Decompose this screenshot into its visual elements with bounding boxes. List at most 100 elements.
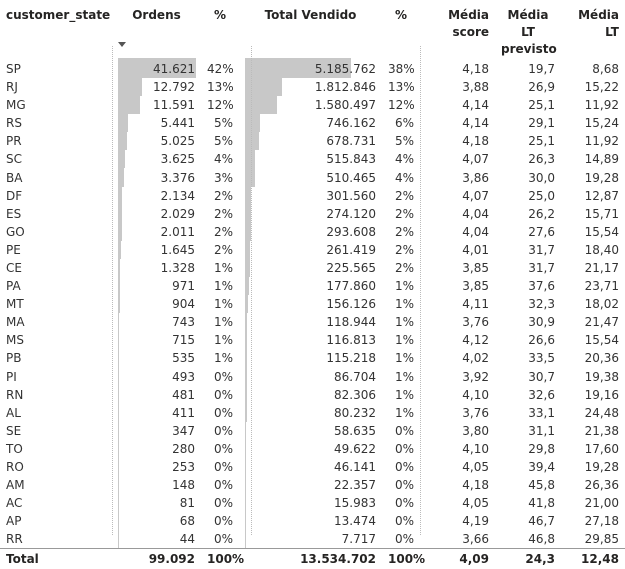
cell-avg-lt-pred: 31,1 (528, 423, 555, 438)
table-row: AP 68 0% 13.474 0% 4,19 46,7 27,18 (0, 512, 625, 531)
header-total-sold[interactable]: Total Vendido (239, 0, 382, 58)
cell-orders-cell: 347 (112, 421, 201, 440)
cell-orders: 81 (179, 496, 195, 511)
header-orders[interactable]: Ordens (112, 0, 201, 58)
cell-avg-score: 4,18 (462, 62, 489, 76)
column-divider (420, 46, 421, 535)
table-row: MG 11.591 12% 1.580.497 12% 4,14 25,1 11,92 (0, 96, 625, 115)
cell-total-sold-cell: 293.608 (239, 222, 382, 241)
table-row: PE 1.645 2% 261.419 2% 4,01 31,7 18,40 (0, 240, 625, 259)
cell-total-sold: 46.141 (334, 460, 376, 475)
table-row: RS 5.441 5% 746.162 6% 4,14 29,1 15,24 (0, 114, 625, 133)
cell-orders-cell: 5.441 (112, 114, 201, 133)
cell-orders-cell: 280 (112, 439, 201, 458)
table-row: AC 81 0% 15.983 0% 4,05 41,8 21,00 (0, 494, 625, 513)
cell-state: MG (6, 98, 26, 113)
cell-avg-lt: 15,24 (584, 116, 619, 131)
cell-state: PB (6, 351, 22, 366)
cell-total-sold-cell: 274.120 (239, 204, 382, 223)
total-avg-score: 4,09 (420, 548, 495, 569)
cell-total-pct: 1% (394, 279, 414, 294)
cell-total-pct: 38% (388, 62, 415, 76)
sort-descending-icon[interactable] (118, 42, 126, 47)
cell-state: GO (6, 224, 25, 239)
cell-orders-pct: 2% (213, 188, 233, 203)
cell-avg-lt: 17,60 (584, 441, 619, 456)
table-row: PA 971 1% 177.860 1% 3,85 37,6 23,71 (0, 277, 625, 296)
cell-state: BA (6, 170, 23, 185)
column-divider (112, 46, 113, 535)
table-row: PI 493 0% 86.704 1% 3,92 30,7 19,38 (0, 367, 625, 386)
cell-avg-lt: 21,00 (584, 496, 619, 511)
cell-orders-pct: 1% (213, 351, 233, 366)
header-row: customer_state Ordens % Total Vendido % … (0, 0, 625, 58)
cell-total-sold: 86.704 (334, 369, 376, 384)
cell-orders: 1.645 (160, 242, 195, 257)
cell-avg-lt: 21,17 (584, 260, 619, 275)
cell-orders-cell: 12.792 (112, 78, 201, 97)
cell-state: PE (6, 242, 21, 257)
cell-total-sold-cell: 7.717 (239, 530, 382, 549)
cell-state: PI (6, 369, 17, 384)
table-row: RO 253 0% 46.141 0% 4,05 39,4 19,28 (0, 457, 625, 477)
header-avg-score[interactable]: Média score (420, 0, 495, 58)
cell-avg-lt: 29,85 (584, 532, 619, 547)
cell-orders-cell: 3.376 (112, 168, 201, 187)
cell-orders: 481 (172, 387, 195, 402)
cell-avg-score: 4,19 (462, 514, 489, 529)
cell-orders-pct: 1% (213, 297, 233, 312)
table-row: AL 411 0% 80.232 1% 3,76 33,1 24,48 (0, 403, 625, 422)
cell-total-pct: 1% (394, 315, 414, 330)
cell-total-sold: 15.983 (334, 496, 376, 511)
header-orders-pct[interactable]: % (201, 0, 239, 58)
table-row: BA 3.376 3% 510.465 4% 3,86 30,0 19,28 (0, 168, 625, 187)
table-row: MA 743 1% 118.944 1% 3,76 30,9 21,47 (0, 313, 625, 332)
cell-avg-score: 4,18 (462, 478, 489, 493)
cell-total-sold: 1.812.846 (314, 80, 376, 95)
cell-total-pct: 0% (394, 423, 414, 438)
cell-avg-score: 4,07 (462, 152, 489, 167)
cell-state: RJ (6, 80, 18, 95)
table-visual: customer_state Ordens % Total Vendido % … (0, 0, 625, 569)
cell-orders-pct: 13% (207, 80, 234, 95)
cell-avg-lt: 23,71 (584, 279, 619, 294)
cell-orders-pct: 1% (213, 260, 233, 275)
cell-avg-lt: 19,16 (584, 387, 619, 402)
cell-total-pct: 0% (394, 496, 414, 511)
header-total-pct[interactable]: % (382, 0, 420, 58)
cell-avg-lt-pred: 32,6 (528, 387, 555, 402)
header-avg-lt[interactable]: Média LT (561, 0, 625, 58)
cell-total-sold: 261.419 (326, 242, 376, 257)
cell-orders-pct: 2% (213, 242, 233, 257)
header-avg-lt-pred[interactable]: Média LT previsto (495, 0, 561, 58)
cell-avg-score: 3,86 (462, 170, 489, 185)
table-row: PB 535 1% 115.218 1% 4,02 33,5 20,36 (0, 349, 625, 368)
column-divider (251, 46, 252, 535)
cell-state: TO (6, 441, 23, 456)
cell-avg-lt-pred: 32,3 (528, 297, 555, 312)
cell-orders: 11.591 (153, 98, 195, 113)
cell-avg-lt-pred: 26,9 (528, 80, 555, 95)
cell-total-sold-cell: 261.419 (239, 240, 382, 259)
cell-avg-score: 3,85 (462, 260, 489, 275)
table-row: MS 715 1% 116.813 1% 4,12 26,6 15,54 (0, 331, 625, 350)
cell-avg-lt: 27,18 (584, 514, 619, 529)
cell-state: AM (6, 478, 25, 493)
cell-orders: 12.792 (153, 80, 195, 95)
cell-orders-pct: 1% (213, 279, 233, 294)
header-customer-state[interactable]: customer_state (0, 0, 112, 58)
cell-orders-pct: 3% (213, 170, 233, 185)
cell-avg-lt: 18,40 (584, 242, 619, 257)
cell-total-sold-cell: 15.983 (239, 494, 382, 513)
cell-total-sold-cell: 1.580.497 (239, 96, 382, 115)
cell-orders-pct: 42% (207, 62, 234, 76)
cell-avg-lt-pred: 30,0 (528, 170, 555, 185)
table-row: RR 44 0% 7.717 0% 3,66 46,8 29,85 (0, 530, 625, 549)
total-avg-lt: 12,48 (561, 548, 625, 569)
cell-total-sold: 49.622 (334, 441, 376, 456)
cell-orders: 2.134 (160, 188, 195, 203)
table-row: ES 2.029 2% 274.120 2% 4,04 26,2 15,71 (0, 204, 625, 223)
cell-avg-lt: 15,54 (584, 333, 619, 348)
cell-orders: 68 (179, 514, 195, 529)
cell-total-sold-cell: 118.944 (239, 313, 382, 332)
